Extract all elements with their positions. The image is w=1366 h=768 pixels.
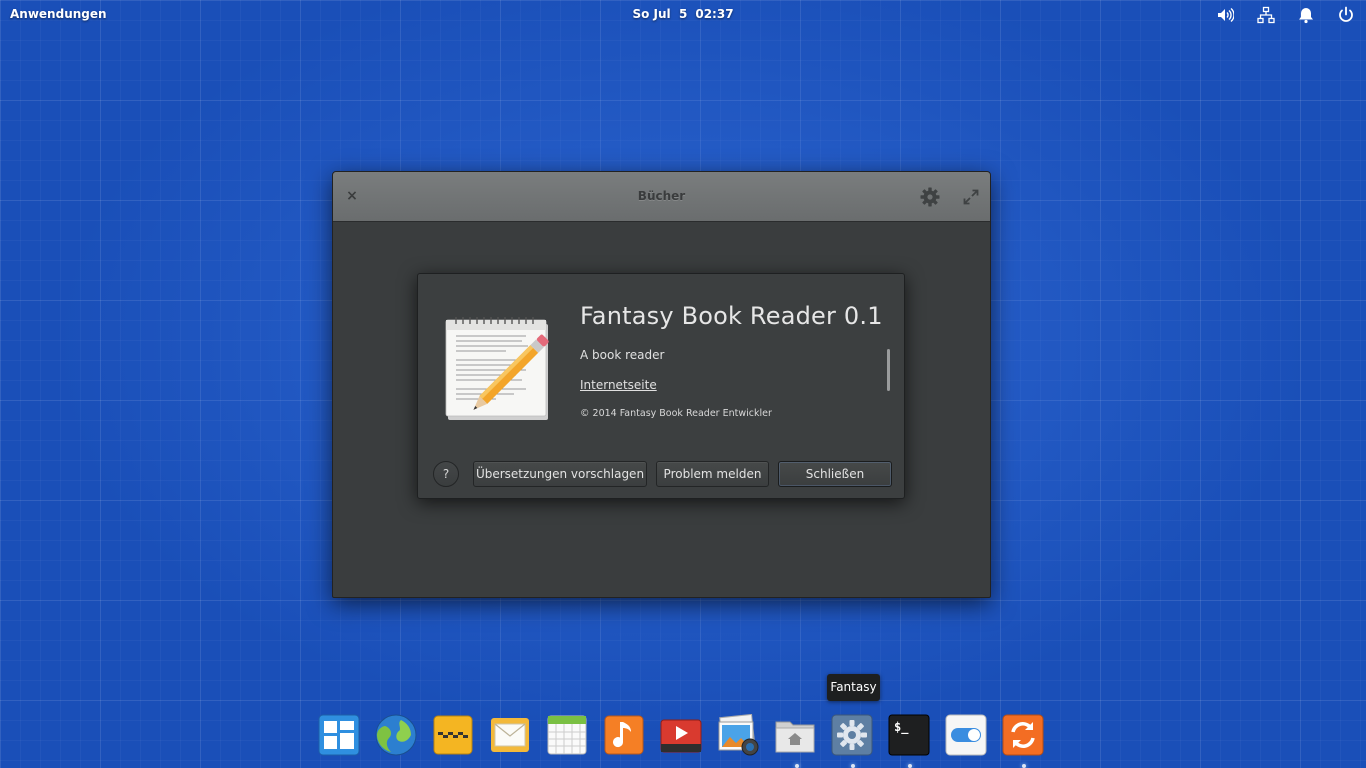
calendar-icon[interactable] [546,714,588,756]
power-icon[interactable] [1335,5,1357,25]
network-icon[interactable] [1255,5,1277,25]
scrollbar[interactable] [887,349,890,391]
copyright: © 2014 Fantasy Book Reader Entwickler [580,408,772,419]
notepad-pencil-icon [445,317,549,420]
running-indicator [1022,764,1026,768]
report-problem-button[interactable]: Problem melden [656,461,769,487]
terminal-icon[interactable]: $_ [888,714,930,756]
maximize-icon[interactable] [963,189,979,205]
window-title: Bücher [637,189,686,203]
running-indicator [851,764,855,768]
running-indicator [795,764,799,768]
clock: So Jul 5 02:37 [0,7,1366,21]
switchboard-icon[interactable] [945,714,987,756]
clock-date[interactable]: So Jul 5 [632,7,687,21]
applications-menu[interactable]: Anwendungen [10,7,107,21]
app-description: A book reader [580,348,665,362]
svg-text:$_: $_ [894,720,909,735]
help-button[interactable]: ? [433,461,459,487]
taxi-icon[interactable] [432,714,474,756]
close-button[interactable]: Schließen [778,461,892,487]
files-icon[interactable] [774,714,816,756]
web-browser-icon[interactable] [375,714,417,756]
clock-time[interactable]: 02:37 [695,7,733,21]
website-link[interactable]: Internetseite [580,378,657,392]
window-titlebar[interactable]: × Bücher [333,172,990,222]
multitasking-view-icon[interactable] [318,714,360,756]
suggest-translations-button[interactable]: Übersetzungen vorschlagen [473,461,647,487]
about-dialog: Fantasy Book Reader 0.1 A book reader In… [417,273,905,499]
settings-icon[interactable] [831,714,873,756]
videos-icon[interactable] [660,714,702,756]
app-name: Fantasy Book Reader 0.1 [580,302,883,330]
gear-icon[interactable] [919,186,941,208]
music-icon[interactable] [603,714,645,756]
notifications-icon[interactable] [1295,5,1317,25]
photos-icon[interactable] [717,714,759,756]
updates-icon[interactable] [1002,714,1044,756]
volume-icon[interactable] [1214,5,1236,25]
dock-tooltip: Fantasy [827,674,880,701]
running-indicator [908,764,912,768]
top-panel: Anwendungen So Jul 5 02:37 [0,0,1366,30]
mail-icon[interactable] [489,714,531,756]
